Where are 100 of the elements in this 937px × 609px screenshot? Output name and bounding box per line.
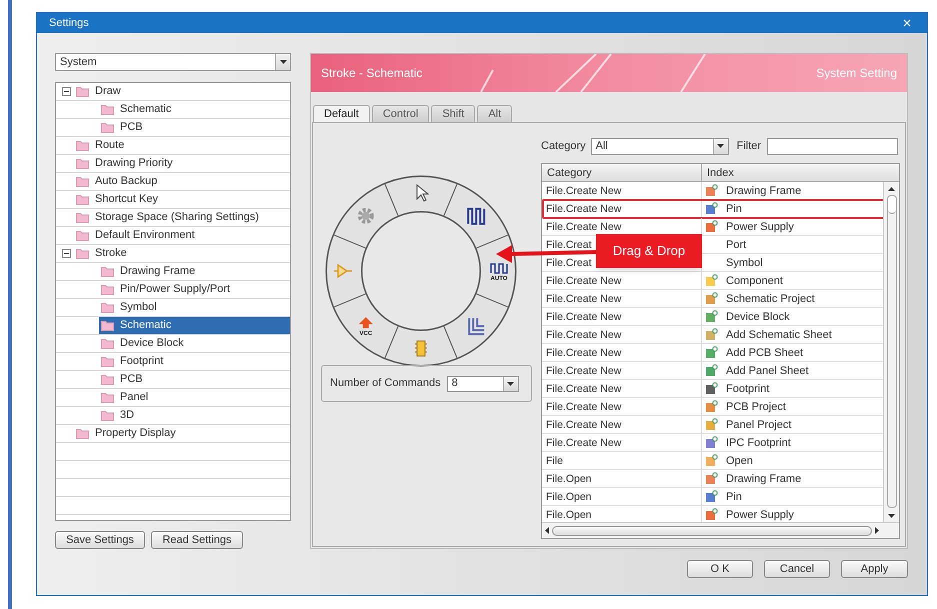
tree-item[interactable]: Stroke xyxy=(74,245,290,262)
table-cell-text: IPC Footprint xyxy=(725,436,791,450)
tree-item[interactable]: Storage Space (Sharing Settings) xyxy=(74,209,290,226)
horizontal-scrollbar[interactable] xyxy=(542,522,899,538)
folder-icon xyxy=(76,176,89,187)
section-dropdown[interactable]: System xyxy=(55,53,291,71)
folder-icon xyxy=(101,104,114,115)
folder-icon xyxy=(76,86,89,97)
tree-item[interactable]: 3D xyxy=(99,407,290,424)
tab[interactable]: Shift xyxy=(431,105,476,122)
item-icon xyxy=(704,310,718,323)
table-cell: File xyxy=(542,452,702,469)
folder-icon xyxy=(76,230,89,241)
tree-item[interactable]: PCB xyxy=(99,119,290,136)
table-cell-text: Power Supply xyxy=(725,508,794,522)
caret-icon xyxy=(507,382,514,386)
dropdown-arrow-button[interactable] xyxy=(712,138,728,154)
table-cell-text: Schematic Project xyxy=(725,292,815,306)
vertical-scrollbar[interactable] xyxy=(883,182,899,522)
dialog-button[interactable]: Cancel xyxy=(764,560,830,578)
scrollbar-thumb[interactable] xyxy=(888,196,896,214)
item-icon xyxy=(704,436,718,449)
commands-dropdown[interactable]: 8 xyxy=(446,376,519,392)
cursor-icon[interactable] xyxy=(416,184,430,202)
table-cell-text: Pin xyxy=(725,202,742,216)
table-cell: File.Create New xyxy=(542,290,702,307)
table-cell: File.Create New xyxy=(542,344,702,361)
tree-item[interactable]: Property Display xyxy=(74,425,290,442)
tree-item[interactable]: Drawing Priority xyxy=(74,155,290,172)
table-cell: File.Create New xyxy=(542,200,702,217)
scrollbar-track[interactable] xyxy=(886,195,896,508)
folder-icon xyxy=(76,194,89,205)
tree-item[interactable]: Schematic xyxy=(99,101,290,118)
meander-icon[interactable] xyxy=(467,208,486,225)
table-cell: File.Open xyxy=(542,470,702,487)
folder-icon xyxy=(76,158,89,169)
folder-icon xyxy=(101,266,114,277)
column-header[interactable]: Category xyxy=(542,164,702,181)
scroll-up-icon[interactable] xyxy=(888,187,895,191)
dialog-button[interactable]: Read Settings xyxy=(151,531,243,549)
tree-item[interactable]: Drawing Frame xyxy=(99,263,290,280)
folder-icon xyxy=(76,212,89,223)
table-cell: File.Create New xyxy=(542,272,702,289)
tree-item[interactable]: Panel xyxy=(99,389,290,406)
dialog-button[interactable]: Apply xyxy=(841,560,908,578)
tree-item[interactable]: Pin/Power Supply/Port xyxy=(99,281,290,298)
tree-item[interactable]: Default Environment xyxy=(74,227,290,244)
folder-icon xyxy=(101,122,114,133)
item-icon xyxy=(704,454,718,467)
collapse-icon[interactable] xyxy=(62,87,70,96)
tree-item[interactable]: Route xyxy=(74,137,290,154)
folder-icon xyxy=(76,428,89,439)
table-cell-text: Pin xyxy=(725,490,742,504)
category-dropdown[interactable]: All xyxy=(590,138,729,154)
folder-icon xyxy=(101,356,114,367)
table-cell-text: Device Block xyxy=(725,310,790,324)
item-icon xyxy=(704,400,718,413)
dialog-button[interactable]: O K xyxy=(687,560,753,578)
tab[interactable]: Control xyxy=(372,105,430,122)
tab[interactable]: Alt xyxy=(477,105,512,122)
item-icon xyxy=(704,184,718,197)
chip-icon[interactable] xyxy=(414,340,428,356)
table-cell: File.Create New xyxy=(542,182,702,199)
scroll-down-icon[interactable] xyxy=(888,514,895,518)
header-subtitle: System Setting xyxy=(816,65,897,82)
close-button[interactable]: × xyxy=(899,15,915,31)
drag-drop-callout: Drag & Drop xyxy=(596,234,702,268)
table-cell-text: Panel Project xyxy=(725,418,792,432)
scroll-left-icon[interactable] xyxy=(545,527,549,534)
table-cell-text: Drawing Frame xyxy=(725,472,802,486)
folder-icon xyxy=(101,392,114,403)
caret-icon xyxy=(717,144,724,148)
header-title: Stroke - Schematic xyxy=(321,65,422,82)
table-cell: File.Create New xyxy=(542,308,702,325)
tree-item[interactable]: PCB xyxy=(99,371,290,388)
tree-item[interactable]: Symbol xyxy=(99,299,290,316)
scroll-right-icon[interactable] xyxy=(875,527,879,534)
window-title: Settings xyxy=(49,16,89,31)
folder-icon xyxy=(101,338,114,349)
tree-item[interactable]: Footprint xyxy=(99,353,290,370)
table-cell-text: Drawing Frame xyxy=(725,184,802,198)
tree-item[interactable]: Draw xyxy=(74,83,290,100)
tree-item[interactable]: Shortcut Key xyxy=(74,191,290,208)
tab[interactable]: Default xyxy=(313,105,370,122)
dropdown-arrow-button[interactable] xyxy=(502,376,518,390)
category-label: Category xyxy=(541,138,586,154)
table-cell: File.Create New xyxy=(542,326,702,343)
dropdown-arrow-button[interactable] xyxy=(275,54,290,70)
tree-item[interactable]: Schematic xyxy=(99,317,290,334)
item-icon xyxy=(704,274,718,287)
tree-item[interactable]: Auto Backup xyxy=(74,173,290,190)
item-icon xyxy=(704,364,718,377)
commands-label: Number of Commands xyxy=(330,376,441,392)
column-header[interactable]: Index xyxy=(702,164,899,181)
dialog-button[interactable]: Save Settings xyxy=(55,531,145,549)
table-cell-text: Add PCB Sheet xyxy=(725,346,804,360)
tree-item[interactable]: Device Block xyxy=(99,335,290,352)
bus-lines-icon[interactable] xyxy=(468,317,486,336)
collapse-icon[interactable] xyxy=(62,249,70,258)
filter-input[interactable] xyxy=(767,138,898,154)
